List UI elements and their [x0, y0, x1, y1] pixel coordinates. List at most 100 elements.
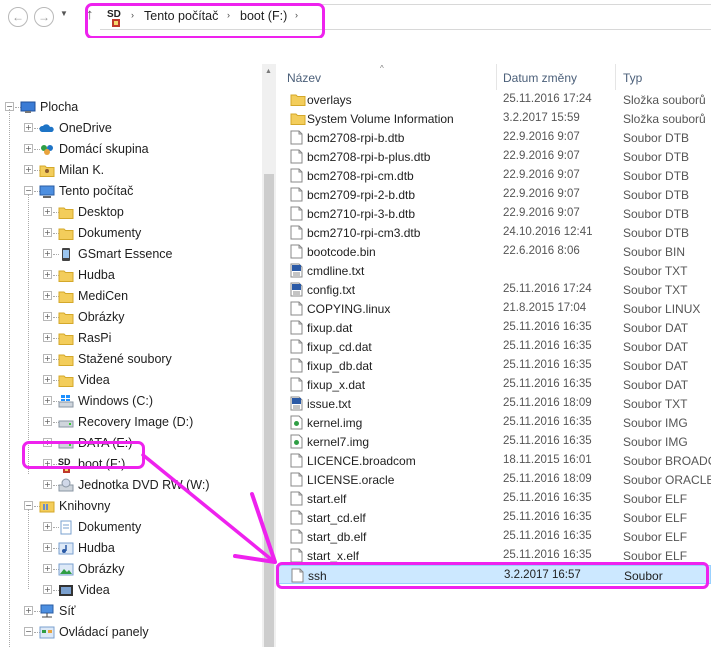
- nav-item-hudba[interactable]: + Hudba: [0, 538, 262, 559]
- expand-icon[interactable]: +: [43, 291, 52, 300]
- nav-item-onedrive[interactable]: + OneDrive: [0, 118, 262, 139]
- expand-icon[interactable]: +: [43, 354, 52, 363]
- file-row[interactable]: fixup_x.dat 25.11.2016 16:35 Soubor DAT: [276, 375, 711, 394]
- expand-icon[interactable]: +: [43, 270, 52, 279]
- back-arrow-icon[interactable]: ←: [8, 7, 28, 27]
- nav-item-videa[interactable]: + Videa: [0, 580, 262, 601]
- nav-item-tento-počítač[interactable]: − Tento počítač: [0, 181, 262, 202]
- homegroup-icon: [39, 142, 55, 156]
- file-row[interactable]: kernel7.img 25.11.2016 16:35 Soubor IMG: [276, 432, 711, 451]
- file-row[interactable]: bcm2708-rpi-b.dtb 22.9.2016 9:07 Soubor DT…: [276, 128, 711, 147]
- nav-item-raspi[interactable]: + RasPi: [0, 328, 262, 349]
- file-date: 25.11.2016 16:35: [503, 549, 592, 561]
- file-row[interactable]: bcm2710-rpi-3-b.dtb 22.9.2016 9:07 Soubor …: [276, 204, 711, 223]
- file-row[interactable]: bcm2709-rpi-2-b.dtb 22.9.2016 9:07 Soubor …: [276, 185, 711, 204]
- file-type: Soubor IMG: [623, 435, 688, 449]
- nav-item-label: Dokumenty: [78, 226, 142, 240]
- nav-item-dokumenty[interactable]: + Dokumenty: [0, 517, 262, 538]
- file-row[interactable]: overlays 25.11.2016 17:24 Složka souborů: [276, 90, 711, 109]
- expand-icon[interactable]: +: [24, 606, 33, 615]
- file-row[interactable]: start.elf 25.11.2016 16:35 Soubor ELF: [276, 489, 711, 508]
- nav-item-milan-k-[interactable]: + Milan K.: [0, 160, 262, 181]
- expand-icon[interactable]: +: [43, 396, 52, 405]
- nav-item-gsmart-essence[interactable]: + GSmart Essence: [0, 244, 262, 265]
- file-name: config.txt: [307, 283, 356, 297]
- file-row[interactable]: bcm2708-rpi-b-plus.dtb 22.9.2016 9:07 Soub…: [276, 147, 711, 166]
- file-row[interactable]: fixup_db.dat 25.11.2016 16:35 Soubor DAT: [276, 356, 711, 375]
- expand-icon[interactable]: +: [43, 417, 52, 426]
- nav-item-obrázky[interactable]: + Obrázky: [0, 307, 262, 328]
- expand-icon[interactable]: +: [43, 207, 52, 216]
- nav-item-windows-c-[interactable]: + Windows (C:): [0, 391, 262, 412]
- nav-item-stažené-soubory[interactable]: + Stažené soubory: [0, 349, 262, 370]
- expand-icon[interactable]: +: [43, 543, 52, 552]
- column-header-date[interactable]: Datum změny: [503, 71, 577, 85]
- folder-icon: [58, 373, 74, 387]
- expand-icon[interactable]: +: [43, 312, 52, 321]
- file-icon: [290, 339, 303, 354]
- nav-item-obrázky[interactable]: + Obrázky: [0, 559, 262, 580]
- file-row[interactable]: config.txt 25.11.2016 17:24 Soubor TXT: [276, 280, 711, 299]
- nav-item-dokumenty[interactable]: + Dokumenty: [0, 223, 262, 244]
- file-row[interactable]: issue.txt 25.11.2016 18:09 Soubor TXT: [276, 394, 711, 413]
- user-folder-icon: [39, 163, 55, 177]
- expand-icon[interactable]: +: [43, 375, 52, 384]
- column-header-type[interactable]: Typ: [623, 71, 642, 85]
- nav-item-videa[interactable]: + Videa: [0, 370, 262, 391]
- nav-item-síť[interactable]: + Síť: [0, 601, 262, 622]
- expand-icon[interactable]: +: [43, 480, 52, 489]
- nav-item-knihovny[interactable]: − Knihovny: [0, 496, 262, 517]
- text-file-icon: [290, 282, 303, 297]
- file-row[interactable]: COPYING.linux 21.8.2015 17:04 Soubor LINUX: [276, 299, 711, 318]
- file-row[interactable]: LICENSE.oracle 25.11.2016 18:09 Soubor ORA…: [276, 470, 711, 489]
- file-type: Složka souborů: [623, 93, 706, 107]
- nav-item-hudba[interactable]: + Hudba: [0, 265, 262, 286]
- nav-item-label: Videa: [78, 373, 110, 387]
- file-name: fixup_cd.dat: [307, 340, 372, 354]
- expand-icon[interactable]: +: [24, 165, 33, 174]
- folder-icon: [290, 92, 306, 107]
- nav-item-plocha[interactable]: − Plocha: [0, 97, 262, 118]
- file-icon: [290, 225, 303, 240]
- file-date: 22.9.2016 9:07: [503, 150, 580, 162]
- file-row[interactable]: start_db.elf 25.11.2016 16:35 Soubor ELF: [276, 527, 711, 546]
- column-header-name[interactable]: Název: [287, 71, 321, 85]
- scroll-up-icon[interactable]: ▲: [265, 68, 272, 75]
- nav-item-label: Plocha: [40, 100, 79, 114]
- column-divider[interactable]: [615, 64, 616, 90]
- file-row[interactable]: bcm2710-rpi-cm3.dtb 24.10.2016 12:41 Soubo…: [276, 223, 711, 242]
- file-row[interactable]: LICENCE.broadcom 18.11.2015 16:01 Soubor B…: [276, 451, 711, 470]
- file-row[interactable]: kernel.img 25.11.2016 16:35 Soubor IMG: [276, 413, 711, 432]
- nav-scrollbar[interactable]: ▲: [262, 64, 276, 647]
- nav-item-medicen[interactable]: + MediCen: [0, 286, 262, 307]
- nav-item-domácí-skupina[interactable]: + Domácí skupina: [0, 139, 262, 160]
- expand-icon[interactable]: +: [43, 249, 52, 258]
- chevron-down-icon[interactable]: ▼: [60, 9, 68, 18]
- nav-item-ovládací-panely[interactable]: − Ovládací panely: [0, 622, 262, 643]
- nav-item-recovery-image-d-[interactable]: + Recovery Image (D:): [0, 412, 262, 433]
- nav-item-jednotka-dvd-rw-w-[interactable]: + Jednotka DVD RW (W:): [0, 475, 262, 496]
- expand-icon[interactable]: +: [43, 564, 52, 573]
- forward-arrow-icon[interactable]: →: [34, 7, 54, 27]
- file-row[interactable]: fixup_cd.dat 25.11.2016 16:35 Soubor DAT: [276, 337, 711, 356]
- expand-icon[interactable]: +: [24, 123, 33, 132]
- file-row[interactable]: start_cd.elf 25.11.2016 16:35 Soubor ELF: [276, 508, 711, 527]
- network-icon: [39, 604, 55, 618]
- expand-icon[interactable]: +: [43, 585, 52, 594]
- expand-icon[interactable]: +: [43, 228, 52, 237]
- expand-icon[interactable]: +: [43, 333, 52, 342]
- nav-item-hardware-a-zvuk[interactable]: +Hardware a zvuk: [0, 643, 262, 647]
- expand-icon[interactable]: +: [43, 522, 52, 531]
- collapse-icon[interactable]: −: [24, 627, 33, 636]
- file-row[interactable]: bcm2708-rpi-cm.dtb 22.9.2016 9:07 Soubor D…: [276, 166, 711, 185]
- file-row[interactable]: System Volume Information 3.2.2017 15:59 S…: [276, 109, 711, 128]
- column-divider[interactable]: [496, 64, 497, 90]
- folder-icon: [58, 331, 74, 345]
- file-row[interactable]: fixup.dat 25.11.2016 16:35 Soubor DAT: [276, 318, 711, 337]
- nav-item-label: OneDrive: [59, 121, 112, 135]
- file-row[interactable]: cmdline.txt Soubor TXT: [276, 261, 711, 280]
- nav-item-desktop[interactable]: + Desktop: [0, 202, 262, 223]
- file-row[interactable]: bootcode.bin 22.6.2016 8:06 Soubor BIN: [276, 242, 711, 261]
- expand-icon[interactable]: +: [24, 144, 33, 153]
- nav-scrollbar-thumb[interactable]: [264, 174, 274, 647]
